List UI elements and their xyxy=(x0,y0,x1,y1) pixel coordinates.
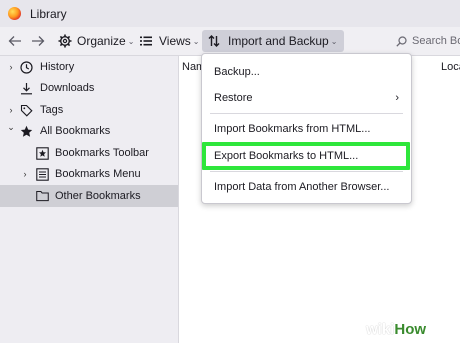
menu-item-import-bookmarks-html[interactable]: Import Bookmarks from HTML... xyxy=(202,116,411,142)
highlight-box xyxy=(202,142,410,170)
search-icon xyxy=(396,35,407,47)
sidebar-item-bookmarks-toolbar[interactable]: Bookmarks Toolbar xyxy=(0,142,178,164)
menu-separator xyxy=(210,171,403,172)
menu-item-restore[interactable]: Restore › xyxy=(202,85,411,111)
menu-item-label: Restore xyxy=(214,92,253,104)
window-title: Library xyxy=(30,7,67,21)
sidebar-item-label: Tags xyxy=(40,104,64,116)
title-bar: Library xyxy=(0,0,460,27)
menu-separator xyxy=(210,113,403,114)
sidebar-item-label: History xyxy=(40,61,75,73)
download-icon xyxy=(20,82,33,95)
firefox-logo-icon xyxy=(8,7,21,20)
sidebar-item-other-bookmarks[interactable]: Other Bookmarks xyxy=(0,185,178,207)
menu-item-label: Import Bookmarks from HTML... xyxy=(214,123,371,135)
sidebar-item-history[interactable]: › History xyxy=(0,56,178,78)
menu-item-backup[interactable]: Backup... xyxy=(202,59,411,85)
toolbar: Organize ⌄ Views ⌄ Import and Backup ⌄ S… xyxy=(0,27,460,56)
sidebar: › History Downloads › Tags ⌄ All Bookmar… xyxy=(0,56,179,343)
forward-button[interactable] xyxy=(28,27,48,55)
chevron-right-icon[interactable]: › xyxy=(6,62,16,72)
chevron-right-icon: › xyxy=(395,92,399,104)
star-icon xyxy=(20,125,33,138)
import-backup-menu: Backup... Restore › Import Bookmarks fro… xyxy=(201,53,412,204)
sidebar-item-downloads[interactable]: Downloads xyxy=(0,77,178,99)
chevron-down-icon: ⌄ xyxy=(192,36,200,46)
sidebar-item-label: Downloads xyxy=(40,82,95,94)
search-input[interactable]: Search Bo xyxy=(396,31,460,51)
arrow-left-icon xyxy=(8,36,21,46)
chevron-down-icon[interactable]: ⌄ xyxy=(6,122,16,133)
clock-icon xyxy=(20,60,33,74)
import-export-arrows-icon xyxy=(208,35,220,47)
sidebar-item-bookmarks-menu[interactable]: › Bookmarks Menu xyxy=(0,163,178,185)
sidebar-item-label: Other Bookmarks xyxy=(55,190,141,202)
list-icon xyxy=(140,36,152,46)
sidebar-item-label: All Bookmarks xyxy=(40,125,111,137)
views-button[interactable]: Views ⌄ xyxy=(140,27,200,55)
chevron-down-icon: ⌄ xyxy=(330,36,338,46)
chevron-right-icon[interactable]: › xyxy=(20,169,30,179)
tag-icon xyxy=(20,104,33,117)
gear-icon xyxy=(58,34,72,48)
folder-icon xyxy=(36,190,49,203)
bookmarks-menu-icon xyxy=(36,167,49,181)
back-button[interactable] xyxy=(5,27,25,55)
sidebar-item-label: Bookmarks Toolbar xyxy=(55,147,149,159)
menu-item-label: Backup... xyxy=(214,66,260,78)
sidebar-item-all-bookmarks[interactable]: ⌄ All Bookmarks xyxy=(0,120,178,142)
chevron-down-icon: ⌄ xyxy=(127,36,135,46)
import-and-backup-button[interactable]: Import and Backup ⌄ xyxy=(202,30,345,52)
organize-button[interactable]: Organize ⌄ xyxy=(58,27,134,55)
organize-label: Organize xyxy=(77,34,126,48)
menu-item-import-data-browser[interactable]: Import Data from Another Browser... xyxy=(202,174,411,200)
sidebar-item-tags[interactable]: › Tags xyxy=(0,99,178,121)
wikihow-watermark: wiki How xyxy=(366,320,427,338)
arrow-right-icon xyxy=(32,36,45,46)
import-and-backup-label: Import and Backup xyxy=(228,34,329,48)
sidebar-item-label: Bookmarks Menu xyxy=(55,168,141,180)
search-placeholder: Search Bo xyxy=(412,35,460,47)
bookmarks-toolbar-icon xyxy=(36,146,49,160)
menu-item-label: Import Data from Another Browser... xyxy=(214,181,390,193)
views-label: Views xyxy=(159,34,191,48)
column-header-location[interactable]: Loca xyxy=(441,56,460,78)
chevron-right-icon[interactable]: › xyxy=(6,105,16,115)
